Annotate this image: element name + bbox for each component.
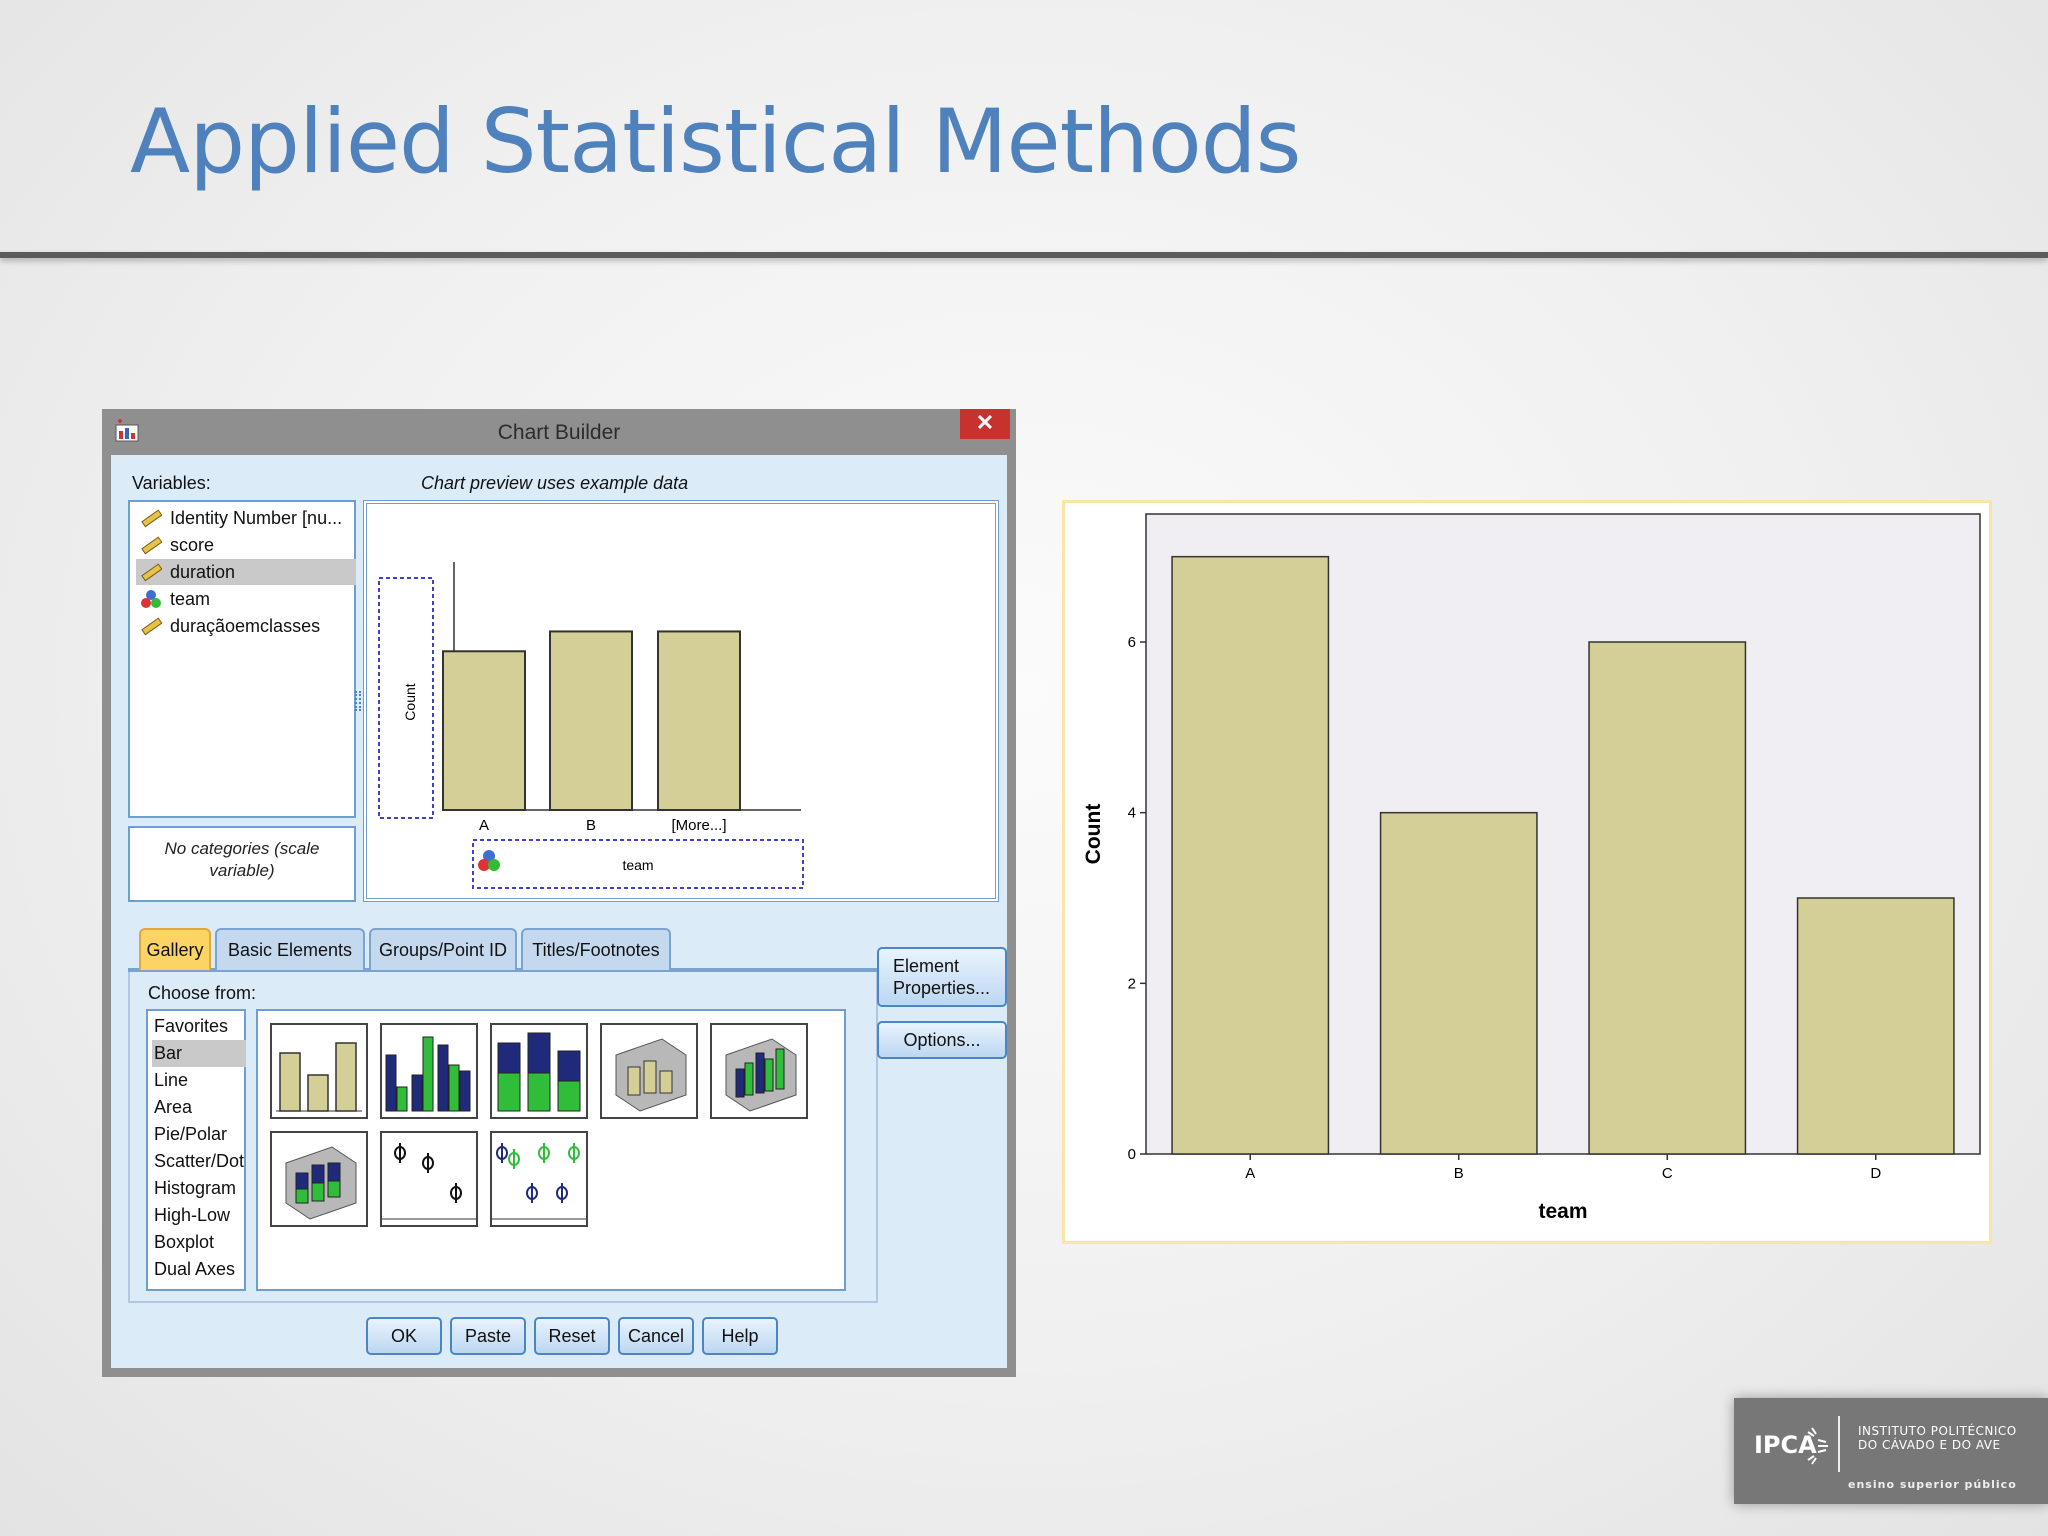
options-button[interactable]: Options...: [877, 1021, 1007, 1059]
bar-C: [1588, 641, 1747, 1155]
chart-type-scatter-dot[interactable]: Scatter/Dot: [152, 1148, 246, 1175]
variables-list[interactable]: Identity Number [nu... score duration te…: [128, 500, 356, 818]
ipca-logo: IPCA INSTITUTO POLITÉCNICO DO CÁVADO E D…: [1734, 1398, 2048, 1504]
x-tick-label: B: [1454, 1165, 1464, 1182]
variable-item-duration[interactable]: duration: [136, 559, 356, 585]
dialog-titlebar[interactable]: Chart Builder ✕: [102, 409, 1016, 455]
ruler-icon: [141, 536, 162, 555]
3d-bar-thumbnail[interactable]: [600, 1023, 698, 1119]
chart-type-histogram[interactable]: Histogram: [152, 1175, 246, 1202]
variables-label: Variables:: [132, 473, 211, 493]
bar-B: [1379, 811, 1538, 1155]
chart-type-high-low[interactable]: High-Low: [152, 1202, 246, 1229]
tab-basic-elements[interactable]: Basic Elements: [215, 928, 365, 970]
preview-x-drop-label: team: [622, 857, 653, 873]
ok-button[interactable]: OK: [366, 1317, 442, 1355]
logo-name-line2: DO CÁVADO E DO AVE: [1858, 1438, 2001, 1452]
y-tick-label: 6: [1128, 634, 1136, 651]
bar-D: [1796, 897, 1955, 1155]
bar-A: [1171, 555, 1330, 1155]
chart-type-boxplot[interactable]: Boxplot: [152, 1229, 246, 1256]
x-axis-title: team: [1538, 1200, 1587, 1223]
x-tick-label: A: [1245, 1165, 1255, 1182]
gallery-thumbnails: [256, 1009, 846, 1291]
chart-type-area[interactable]: Area: [152, 1094, 246, 1121]
chart-type-bar[interactable]: Bar: [152, 1040, 246, 1067]
choose-from-label: Choose from:: [148, 983, 257, 1003]
cancel-button[interactable]: Cancel: [618, 1317, 694, 1355]
chart-type-favorites[interactable]: Favorites: [152, 1013, 246, 1040]
chart-type-pie-polar[interactable]: Pie/Polar: [152, 1121, 246, 1148]
tab-titles-footnotes[interactable]: Titles/Footnotes: [521, 928, 671, 970]
preview-x-tick-label: [More...]: [671, 817, 726, 834]
logo-rays-icon: [1807, 1427, 1828, 1465]
preview-bar: [549, 630, 633, 811]
preview-bar: [442, 650, 526, 811]
variable-item-score[interactable]: score: [136, 532, 356, 558]
preview-bar: [657, 630, 741, 811]
variable-label: score: [170, 535, 215, 555]
x-tick-label: D: [1870, 1165, 1881, 1182]
bar-chart-svg: 0 2 4 6 A B C D team Count: [1082, 513, 1981, 1223]
logo-name-line1: INSTITUTO POLITÉCNICO: [1858, 1424, 2017, 1438]
variable-item-team[interactable]: team: [136, 586, 356, 612]
preview-y-axis-label: Count: [402, 683, 418, 720]
nominal-balls-icon: [478, 850, 500, 871]
slide-title: Applied Statistical Methods: [130, 90, 1301, 193]
paste-button[interactable]: Paste: [450, 1317, 526, 1355]
help-button[interactable]: Help: [702, 1317, 778, 1355]
variable-label: team: [170, 589, 211, 609]
chart-builder-dialog: Chart Builder ✕ Variables: Chart preview…: [102, 409, 1016, 1377]
close-button[interactable]: ✕: [960, 409, 1010, 439]
ruler-icon: [141, 563, 162, 582]
chart-type-dual-axes[interactable]: Dual Axes: [152, 1256, 246, 1283]
dialog-title: Chart Builder: [497, 421, 621, 444]
logo-tagline: ensino superior público: [1848, 1478, 2017, 1491]
preview-note: Chart preview uses example data: [421, 473, 689, 493]
chart-preview-canvas[interactable]: Count A B [More...] team: [363, 500, 999, 902]
error-bar-thumbnail[interactable]: [380, 1131, 478, 1227]
reset-button[interactable]: Reset: [534, 1317, 610, 1355]
variable-label: Identity Number [nu...: [170, 508, 343, 528]
element-properties-button[interactable]: Element Properties...: [877, 947, 1007, 1007]
y-axis-title: Count: [1082, 804, 1105, 865]
y-tick-label: 0: [1128, 1146, 1136, 1163]
clustered-bar-thumbnail[interactable]: [380, 1023, 478, 1119]
nominal-balls-icon: [141, 590, 161, 608]
logo-separator: [1838, 1416, 1840, 1472]
variable-label: duration: [170, 562, 236, 582]
3d-clustered-bar-thumbnail[interactable]: [710, 1023, 808, 1119]
logo-institution-name: INSTITUTO POLITÉCNICO DO CÁVADO E DO AVE: [1858, 1424, 2017, 1452]
x-tick-label: C: [1662, 1165, 1673, 1182]
preview-x-tick-label: B: [586, 817, 596, 834]
categories-note: No categories (scale variable): [128, 826, 356, 902]
variable-item-identity-number[interactable]: Identity Number [nu...: [136, 505, 356, 531]
output-bar-chart: 0 2 4 6 A B C D team Count: [1062, 500, 1992, 1244]
title-divider: [0, 252, 2048, 258]
chart-type-line[interactable]: Line: [152, 1067, 246, 1094]
chart-type-list[interactable]: Favorites Bar Line Area Pie/Polar Scatte…: [146, 1009, 246, 1291]
ruler-icon: [141, 617, 162, 636]
3d-stacked-bar-thumbnail[interactable]: [270, 1131, 368, 1227]
simple-bar-thumbnail[interactable]: [270, 1023, 368, 1119]
preview-x-tick-label: A: [479, 817, 489, 834]
variable-label: duraçãoemclasses: [170, 616, 321, 636]
y-tick-label: 2: [1128, 975, 1136, 992]
y-tick-label: 4: [1128, 805, 1136, 822]
clustered-error-bar-thumbnail[interactable]: [490, 1131, 588, 1227]
stacked-bar-thumbnail[interactable]: [490, 1023, 588, 1119]
tab-groups-point-id[interactable]: Groups/Point ID: [369, 928, 517, 970]
tab-gallery[interactable]: Gallery: [139, 928, 211, 970]
ruler-icon: [141, 509, 162, 528]
splitter-handle[interactable]: [355, 691, 361, 711]
preview-chart: Count A B [More...] team: [378, 562, 804, 889]
variable-item-duracaoemclasses[interactable]: duraçãoemclasses: [136, 613, 356, 639]
